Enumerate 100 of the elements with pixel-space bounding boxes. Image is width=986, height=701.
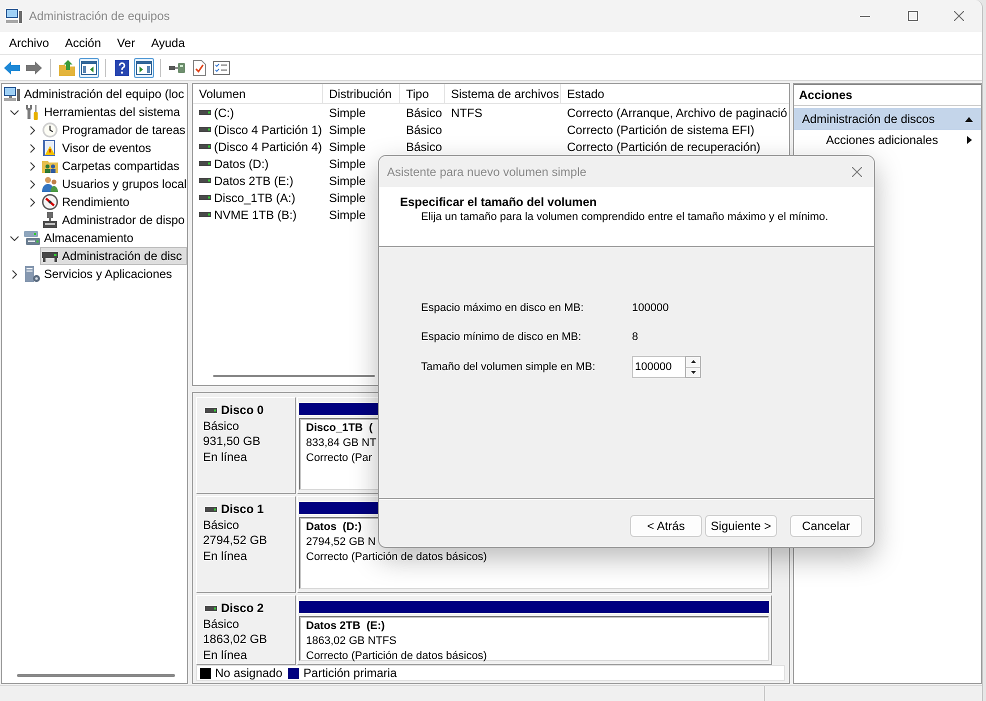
menu-item[interactable]: Archivo — [9, 36, 50, 50]
number-field[interactable]: 100000 — [632, 356, 685, 378]
partition-box[interactable]: Datos 2TB (E:) 1863,02 GB NTFS Correcto (Partición de datos básicos) — [299, 616, 769, 661]
scrollbar-thumb[interactable] — [213, 375, 375, 377]
tree-item[interactable]: Herramientas del sistema — [22, 103, 182, 121]
gauge-icon — [42, 194, 58, 210]
disk-info-panel[interactable]: Disco 0 Básico 931,50 GB En línea — [196, 397, 296, 494]
table-cell: (C:) — [214, 106, 234, 120]
disk-name: Disco 0 — [221, 403, 264, 418]
dialog-button[interactable]: < Atrás — [630, 515, 702, 537]
field-label: Tamaño del volumen simple en MB: — [421, 361, 596, 373]
field-value: 8 — [632, 331, 638, 343]
partition-name: Datos 2TB (E:) — [306, 619, 385, 634]
device-icon — [42, 212, 58, 228]
toolbar-button[interactable] — [134, 58, 154, 78]
disk-size: 1863,02 GB — [203, 632, 268, 648]
field-label: Espacio mínimo de disco en MB: — [421, 331, 582, 343]
field-value: 100000 — [632, 302, 669, 314]
column-header[interactable]: Distribución — [323, 84, 400, 103]
clock-icon — [42, 122, 58, 138]
table-cell: NVME 1TB (B:) — [214, 208, 297, 222]
partition-size: 833,84 GB NT — [306, 436, 376, 451]
chevron-right-icon[interactable] — [30, 144, 34, 152]
drive-icon — [205, 507, 217, 512]
disk-name: Disco 2 — [221, 601, 264, 616]
table-cell: Datos (D:) — [214, 156, 269, 170]
chevron-down-icon[interactable] — [10, 236, 18, 240]
menu-item[interactable]: Acción — [65, 36, 102, 50]
check-document-icon — [192, 60, 206, 76]
disk-info-panel[interactable]: Disco 1 Básico 2794,52 GB En línea — [196, 496, 296, 593]
drive-icon — [199, 178, 211, 183]
computer-icon — [4, 86, 20, 102]
tree-item[interactable]: Programador de tareas — [40, 121, 186, 139]
partition-status: Correcto (Partición de datos básicos) — [306, 550, 487, 565]
dialog-button[interactable]: Siguiente > — [705, 515, 777, 537]
tree-item[interactable]: Almacenamiento — [22, 229, 134, 247]
drive-icon — [199, 127, 211, 132]
maximize-icon[interactable] — [908, 11, 918, 21]
partition-status: Correcto (Par — [306, 451, 372, 466]
disk-info-panel[interactable]: Disco 2 Básico 1863,02 GB En línea — [196, 595, 296, 665]
menu-item[interactable]: Ver — [117, 36, 136, 50]
tree-item[interactable]: Rendimiento — [40, 193, 130, 211]
tree-item[interactable]: Servicios y Aplicaciones — [22, 265, 174, 283]
table-cell: Disco_1TB (A:) — [214, 190, 296, 204]
dialog-button[interactable]: Cancelar — [790, 515, 862, 537]
close-icon[interactable] — [954, 11, 964, 21]
chevron-right-icon[interactable] — [12, 270, 16, 278]
checklist-icon — [212, 60, 230, 74]
dialog-subheading: Elija un tamaño para la volumen comprendido entre el tamaño máximo y el mínimo. — [421, 210, 828, 224]
table-cell-text: Simple — [328, 106, 367, 120]
chevron-right-icon[interactable] — [30, 126, 34, 134]
scrollbar-thumb[interactable] — [17, 674, 175, 677]
table-cell-text: Simple — [328, 208, 367, 222]
tools-icon — [24, 104, 40, 120]
column-header[interactable]: Volumen — [193, 84, 323, 103]
folder-up-icon — [59, 60, 75, 76]
menu-item[interactable]: Ayuda — [151, 36, 185, 50]
chevron-right-icon[interactable] — [30, 198, 34, 206]
drive-icon — [199, 161, 211, 166]
table-cell-text: Básico — [405, 122, 444, 136]
tree-item[interactable]: Usuarios y grupos local — [40, 175, 188, 193]
chevron-right-icon[interactable] — [30, 162, 34, 170]
tree-item[interactable]: Administrador de dispo — [40, 211, 186, 229]
toolbar-button[interactable] — [79, 58, 99, 78]
column-header[interactable]: Sistema de archivos — [445, 84, 561, 103]
toolbar-button[interactable] — [112, 58, 132, 78]
legend-label: No asignado — [215, 666, 282, 680]
users-icon — [42, 176, 58, 192]
table-cell-text: Básico — [405, 140, 444, 154]
partition-size: 2794,52 GB N — [306, 535, 376, 550]
column-header[interactable]: Estado — [561, 84, 789, 103]
spin-down-button[interactable] — [686, 366, 700, 377]
legend-label: Partición primaria — [303, 666, 397, 680]
drive-icon — [199, 144, 211, 149]
disk-type: Básico — [203, 616, 240, 632]
partition-status: Correcto (Partición de datos básicos) — [306, 649, 487, 664]
action-item[interactable]: Acciones adicionales — [794, 130, 981, 150]
tree-item[interactable]: Carpetas compartidas — [40, 157, 180, 175]
chevron-right-icon[interactable] — [30, 180, 34, 188]
event-log-icon — [42, 140, 58, 156]
field-label: Espacio máximo en disco en MB: — [421, 302, 584, 314]
drive-icon — [205, 606, 217, 612]
spin-up-button[interactable] — [686, 357, 700, 366]
column-header[interactable]: Tipo — [400, 84, 445, 103]
close-icon[interactable] — [852, 166, 862, 176]
tree-item[interactable]: Visor de eventos — [40, 139, 152, 157]
tree-pane-icon — [81, 60, 97, 76]
drive-icon — [199, 195, 211, 200]
table-cell-text: Simple — [328, 122, 367, 136]
storage-icon — [24, 230, 40, 246]
disk-status: En línea — [203, 450, 248, 465]
toolbar-button[interactable] — [57, 58, 77, 78]
action-section-header[interactable]: Administración de discos — [794, 108, 981, 130]
tree-item[interactable]: Administración del equipo (loc — [2, 85, 186, 103]
tree-item[interactable]: Administración de disc — [40, 247, 187, 265]
chevron-down-icon[interactable] — [10, 110, 18, 114]
table-cell-text: Correcto (Partición de sistema EFI) — [566, 122, 756, 136]
triangle-right-icon — [967, 136, 972, 144]
table-cell-text: Simple — [328, 156, 367, 170]
server-icon — [24, 266, 40, 282]
